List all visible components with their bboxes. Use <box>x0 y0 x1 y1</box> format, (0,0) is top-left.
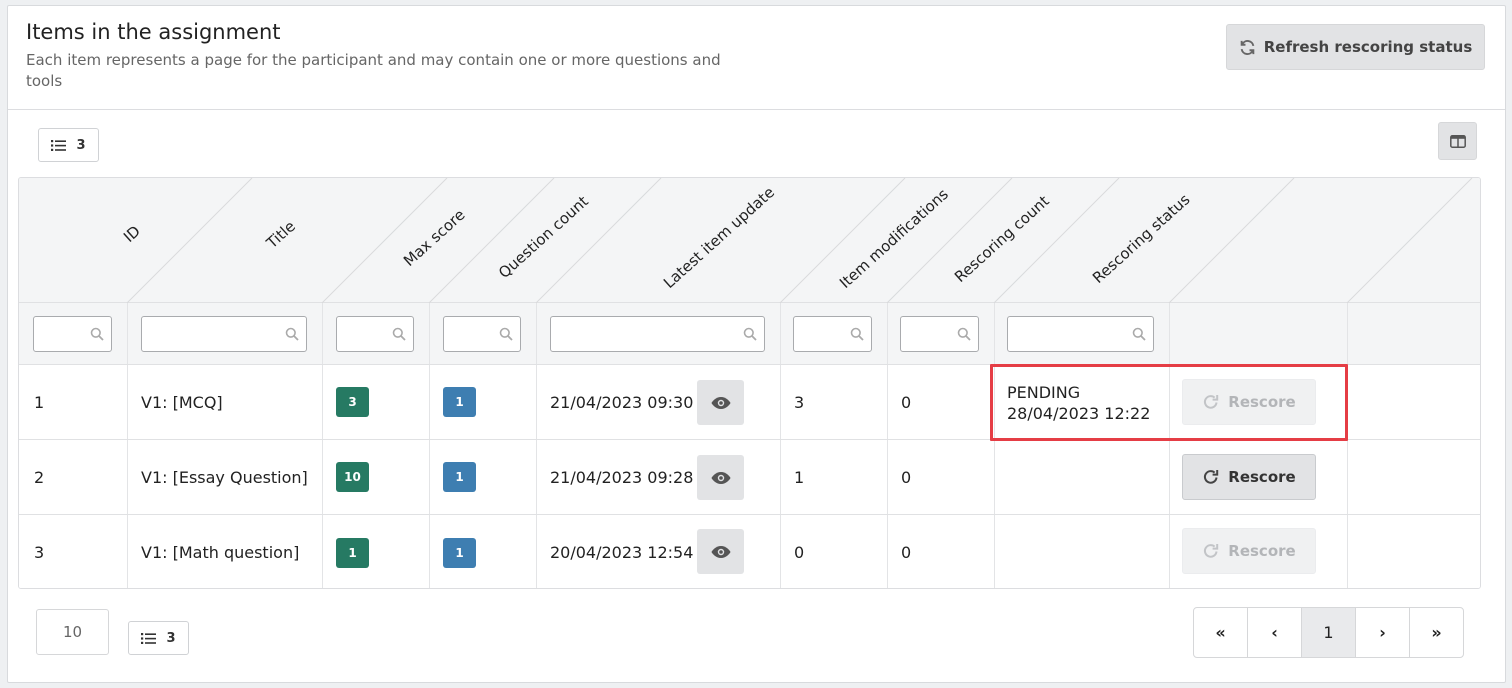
filter-id-input[interactable] <box>33 316 112 352</box>
cell-title[interactable]: V1: [Math question] <box>141 515 299 588</box>
redo-icon <box>1204 395 1219 409</box>
redo-icon <box>1204 544 1219 558</box>
refresh-rescoring-button[interactable]: Refresh rescoring status <box>1226 24 1485 70</box>
max-score-badge: 1 <box>336 537 369 568</box>
search-icon <box>957 327 971 341</box>
table-row: 3 V1: [Math question] 1 1 20/04/2023 12:… <box>19 515 1480 588</box>
page-size-select[interactable]: 10 <box>36 609 109 655</box>
cell-latest-update: 20/04/2023 12:54 <box>550 543 694 562</box>
cell-rescoring-count: 0 <box>901 543 912 562</box>
filter-row <box>19 303 1480 365</box>
table-header: ID Title Max score Question count Latest… <box>19 178 1480 303</box>
search-icon <box>392 327 406 341</box>
filter-rescoring-status-input[interactable] <box>1007 316 1154 352</box>
search-icon <box>743 327 757 341</box>
first-page-button[interactable]: « <box>1194 608 1248 657</box>
cell-latest-update: 21/04/2023 09:30 <box>550 392 694 412</box>
cell-rescoring-count: 0 <box>901 392 912 412</box>
eye-icon <box>711 471 730 484</box>
page-title: Items in the assignment <box>26 20 281 44</box>
question-count-badge: 1 <box>443 462 476 492</box>
filter-rescoring-count-input[interactable] <box>900 316 979 352</box>
list-icon <box>141 632 157 644</box>
search-icon <box>285 327 299 341</box>
last-page-button[interactable]: » <box>1410 608 1463 657</box>
question-count-badge: 1 <box>443 537 476 568</box>
filter-title-input[interactable] <box>141 316 307 352</box>
cell-title[interactable]: V1: [Essay Question] <box>141 440 308 514</box>
rescore-button[interactable]: Rescore <box>1182 454 1316 500</box>
panel-header: Items in the assignment Each item repres… <box>8 6 1505 110</box>
row-count-chip[interactable]: 3 <box>38 128 99 162</box>
filter-max-score-input[interactable] <box>336 316 414 352</box>
search-icon <box>90 327 104 341</box>
preview-button[interactable] <box>697 380 744 425</box>
preview-button[interactable] <box>697 455 744 500</box>
row-count: 3 <box>166 630 176 646</box>
cell-latest-update: 21/04/2023 09:28 <box>550 467 694 487</box>
cell-rescoring-status: PENDING 28/04/2023 12:22 <box>1007 382 1150 424</box>
table-row: 2 V1: [Essay Question] 10 1 21/04/2023 0… <box>19 440 1480 515</box>
columns-icon <box>1449 134 1466 148</box>
footer-row-count-chip[interactable]: 3 <box>128 621 189 655</box>
cell-modifications: 0 <box>794 543 805 562</box>
status-label: PENDING <box>1007 383 1081 402</box>
filter-latest-update-input[interactable] <box>550 316 765 352</box>
next-page-button[interactable]: › <box>1356 608 1410 657</box>
cell-modifications: 1 <box>794 467 805 487</box>
eye-icon <box>711 396 730 409</box>
rescore-button[interactable]: Rescore <box>1182 379 1316 425</box>
prev-page-button[interactable]: ‹ <box>1248 608 1302 657</box>
cell-title[interactable]: V1: [MCQ] <box>141 365 223 439</box>
cell-modifications: 3 <box>794 392 805 412</box>
cell-id: 1 <box>34 392 45 412</box>
pagination: « ‹ 1 › » <box>1193 607 1464 658</box>
filter-question-count-input[interactable] <box>443 316 521 352</box>
preview-button[interactable] <box>697 529 744 574</box>
list-icon <box>51 139 67 151</box>
search-icon <box>850 327 864 341</box>
cell-id: 2 <box>34 467 45 487</box>
max-score-badge: 3 <box>336 387 369 417</box>
question-count-badge: 1 <box>443 387 476 417</box>
redo-icon <box>1204 470 1219 484</box>
table-row: 1 V1: [MCQ] 3 1 21/04/2023 09:30 3 0 PEN… <box>19 365 1480 440</box>
current-page-button[interactable]: 1 <box>1302 608 1356 657</box>
rescore-button[interactable]: Rescore <box>1182 528 1316 574</box>
cell-rescoring-count: 0 <box>901 467 912 487</box>
filter-modifications-input[interactable] <box>793 316 872 352</box>
cell-id: 3 <box>34 543 45 562</box>
status-time: 28/04/2023 12:22 <box>1007 404 1151 423</box>
column-toggle-button[interactable] <box>1438 122 1477 160</box>
search-icon <box>1132 327 1146 341</box>
page-subtitle: Each item represents a page for the part… <box>26 51 721 90</box>
eye-icon <box>711 545 730 558</box>
row-count: 3 <box>76 137 86 153</box>
items-table: ID Title Max score Question count Latest… <box>18 177 1481 589</box>
refresh-icon <box>1240 39 1255 55</box>
refresh-label: Refresh rescoring status <box>1263 38 1473 56</box>
max-score-badge: 10 <box>336 462 369 492</box>
search-icon <box>499 327 513 341</box>
